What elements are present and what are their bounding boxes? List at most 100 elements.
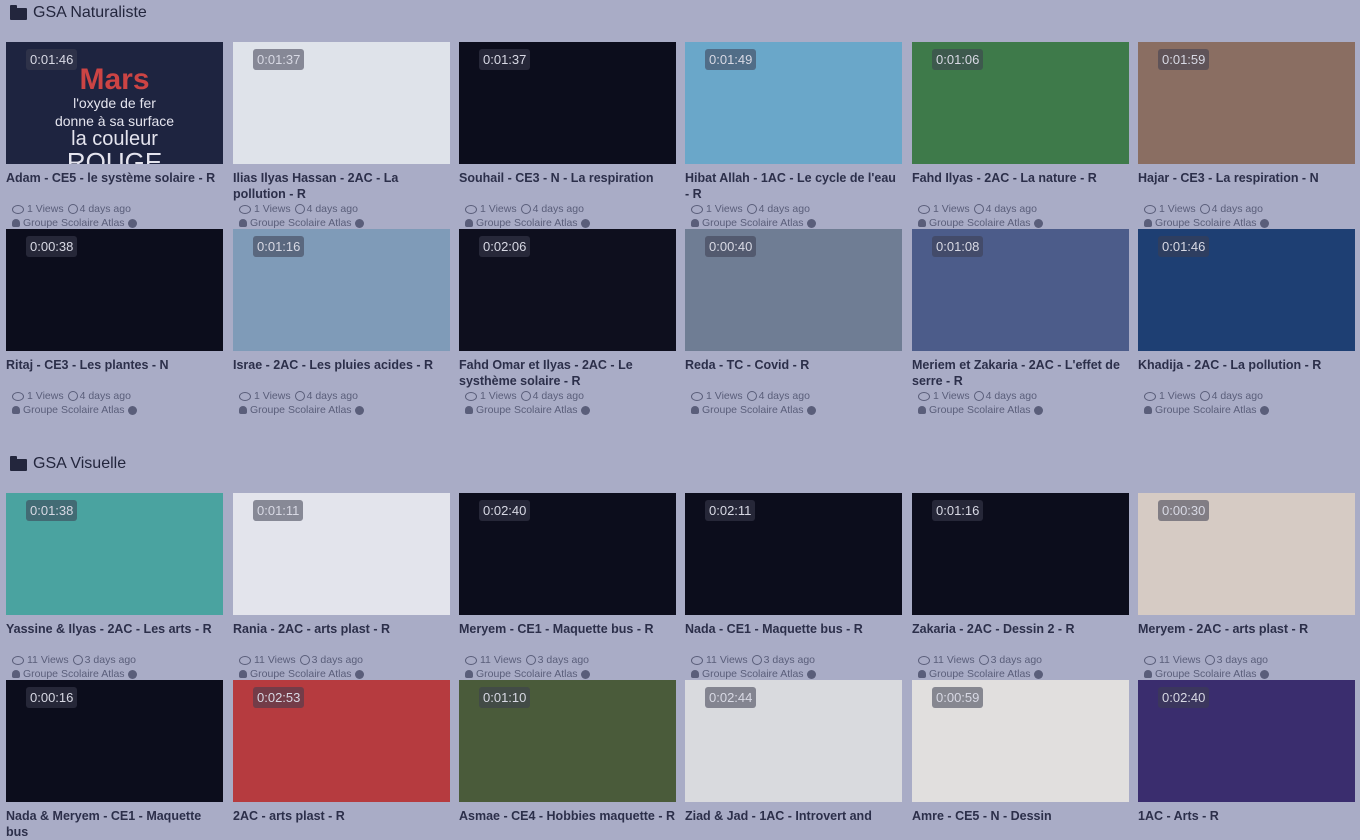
video-card[interactable]: 0:02:11 Nada - CE1 - Maquette bus - R 11 V… <box>685 493 902 681</box>
channel-name[interactable]: Groupe Scolaire Atlas <box>702 404 804 416</box>
video-title[interactable]: Khadija - 2AC - La pollution - R <box>1138 357 1355 389</box>
video-card[interactable]: 0:01:46 Mars l'oxyde de fer donne à sa surf… <box>6 42 223 230</box>
video-channel[interactable]: Groupe Scolaire Atlas <box>233 216 450 230</box>
channel-name[interactable]: Groupe Scolaire Atlas <box>929 217 1031 229</box>
video-thumbnail[interactable]: 0:01:37 <box>233 42 450 164</box>
video-thumbnail[interactable]: 0:02:53 <box>233 680 450 802</box>
video-thumbnail[interactable]: 0:01:59 <box>1138 42 1355 164</box>
video-title[interactable]: Ritaj - CE3 - Les plantes - N <box>6 357 223 389</box>
video-title[interactable]: 2AC - arts plast - R <box>233 808 450 840</box>
video-card[interactable]: 0:01:10 Asmae - CE4 - Hobbies maquette - … <box>459 680 676 840</box>
channel-name[interactable]: Groupe Scolaire Atlas <box>929 668 1031 680</box>
channel-name[interactable]: Groupe Scolaire Atlas <box>476 668 578 680</box>
video-card[interactable]: 0:01:06 Fahd Ilyas - 2AC - La nature - R1… <box>912 42 1129 230</box>
video-title[interactable]: Meriem et Zakaria - 2AC - L'effet de ser… <box>912 357 1129 389</box>
video-thumbnail[interactable]: 0:01:38 <box>6 493 223 615</box>
video-thumbnail[interactable]: 0:01:16 <box>912 493 1129 615</box>
video-card[interactable]: 0:00:38 Ritaj - CE3 - Les plantes - N1 Vi… <box>6 229 223 417</box>
video-thumbnail[interactable]: 0:02:40 <box>459 493 676 615</box>
channel-name[interactable]: Groupe Scolaire Atlas <box>23 404 125 416</box>
video-title[interactable]: Nada & Meryem - CE1 - Maquette bus <box>6 808 223 840</box>
video-thumbnail[interactable]: 0:01:49 <box>685 42 902 164</box>
video-thumbnail[interactable]: 0:01:08 <box>912 229 1129 351</box>
section-header[interactable]: GSA Visuelle <box>10 453 126 475</box>
video-thumbnail[interactable]: 0:02:40 <box>1138 680 1355 802</box>
video-channel[interactable]: Groupe Scolaire Atlas <box>1138 216 1355 230</box>
video-card[interactable]: 0:02:40 1AC - Arts - R <box>1138 680 1355 840</box>
video-channel[interactable]: Groupe Scolaire Atlas <box>233 403 450 417</box>
video-card[interactable]: 0:01:08 Meriem et Zakaria - 2AC - L'effet… <box>912 229 1129 417</box>
video-channel[interactable]: Groupe Scolaire Atlas <box>685 403 902 417</box>
video-channel[interactable]: Groupe Scolaire Atlas <box>1138 403 1355 417</box>
video-thumbnail[interactable]: 0:01:16 <box>233 229 450 351</box>
video-card[interactable]: 0:02:06 Fahd Omar et Ilyas - 2AC - Le sys… <box>459 229 676 417</box>
channel-name[interactable]: Groupe Scolaire Atlas <box>702 217 804 229</box>
video-title[interactable]: Souhail - CE3 - N - La respiration <box>459 170 676 202</box>
channel-name[interactable]: Groupe Scolaire Atlas <box>1155 217 1257 229</box>
video-title[interactable]: Ziad & Jad - 1AC - Introvert and <box>685 808 902 840</box>
video-card[interactable]: 0:02:44 Ziad & Jad - 1AC - Introvert and <box>685 680 902 840</box>
video-thumbnail[interactable]: 0:01:11 <box>233 493 450 615</box>
video-title[interactable]: Zakaria - 2AC - Dessin 2 - R <box>912 621 1129 653</box>
video-card[interactable]: 0:00:40 Reda - TC - Covid - R1 Views 4 day… <box>685 229 902 417</box>
video-channel[interactable]: Groupe Scolaire Atlas <box>233 667 450 681</box>
video-card[interactable]: 0:02:53 2AC - arts plast - R <box>233 680 450 840</box>
video-channel[interactable]: Groupe Scolaire Atlas <box>912 667 1129 681</box>
video-channel[interactable]: Groupe Scolaire Atlas <box>912 403 1129 417</box>
video-card[interactable]: 0:00:16 Nada & Meryem - CE1 - Maquette bu… <box>6 680 223 840</box>
video-card[interactable]: 0:01:49 Hibat Allah - 1AC - Le cycle de l… <box>685 42 902 230</box>
channel-name[interactable]: Groupe Scolaire Atlas <box>1155 404 1257 416</box>
video-thumbnail[interactable]: 0:00:30 <box>1138 493 1355 615</box>
video-thumbnail[interactable]: 0:01:10 <box>459 680 676 802</box>
channel-name[interactable]: Groupe Scolaire Atlas <box>250 217 352 229</box>
video-channel[interactable]: Groupe Scolaire Atlas <box>685 216 902 230</box>
video-title[interactable]: Yassine & Ilyas - 2AC - Les arts - R <box>6 621 223 653</box>
video-title[interactable]: Hibat Allah - 1AC - Le cycle de l'eau - … <box>685 170 902 202</box>
section-header[interactable]: GSA Naturaliste <box>10 2 147 24</box>
video-channel[interactable]: Groupe Scolaire Atlas <box>459 216 676 230</box>
video-card[interactable]: 0:01:37 Ilias Ilyas Hassan - 2AC - La pol… <box>233 42 450 230</box>
channel-name[interactable]: Groupe Scolaire Atlas <box>1155 668 1257 680</box>
video-thumbnail[interactable]: 0:00:16 <box>6 680 223 802</box>
video-title[interactable]: Israe - 2AC - Les pluies acides - R <box>233 357 450 389</box>
video-channel[interactable]: Groupe Scolaire Atlas <box>6 667 223 681</box>
channel-name[interactable]: Groupe Scolaire Atlas <box>476 404 578 416</box>
video-card[interactable]: 0:02:40 Meryem - CE1 - Maquette bus - R 11… <box>459 493 676 681</box>
video-title[interactable]: Amre - CE5 - N - Dessin <box>912 808 1129 840</box>
video-title[interactable]: Fahd Ilyas - 2AC - La nature - R <box>912 170 1129 202</box>
video-card[interactable]: 0:01:16 Israe - 2AC - Les pluies acides -… <box>233 229 450 417</box>
video-channel[interactable]: Groupe Scolaire Atlas <box>912 216 1129 230</box>
video-thumbnail[interactable]: 0:01:06 <box>912 42 1129 164</box>
video-card[interactable]: 0:01:46 Khadija - 2AC - La pollution - R1… <box>1138 229 1355 417</box>
video-title[interactable]: Nada - CE1 - Maquette bus - R <box>685 621 902 653</box>
video-thumbnail[interactable]: 0:00:59 <box>912 680 1129 802</box>
video-card[interactable]: 0:01:16 Zakaria - 2AC - Dessin 2 - R 11 Vi… <box>912 493 1129 681</box>
video-title[interactable]: 1AC - Arts - R <box>1138 808 1355 840</box>
video-card[interactable]: 0:01:38 Yassine & Ilyas - 2AC - Les arts … <box>6 493 223 681</box>
video-thumbnail[interactable]: 0:01:37 <box>459 42 676 164</box>
video-title[interactable]: Meryem - CE1 - Maquette bus - R <box>459 621 676 653</box>
video-title[interactable]: Meryem - 2AC - arts plast - R <box>1138 621 1355 653</box>
video-thumbnail[interactable]: 0:02:06 <box>459 229 676 351</box>
video-card[interactable]: 0:01:59 Hajar - CE3 - La respiration - N1… <box>1138 42 1355 230</box>
video-thumbnail[interactable]: 0:00:40 <box>685 229 902 351</box>
channel-name[interactable]: Groupe Scolaire Atlas <box>23 668 125 680</box>
video-title[interactable]: Reda - TC - Covid - R <box>685 357 902 389</box>
video-thumbnail[interactable]: 0:01:46 Mars l'oxyde de fer donne à sa surf… <box>6 42 223 164</box>
channel-name[interactable]: Groupe Scolaire Atlas <box>250 668 352 680</box>
video-thumbnail[interactable]: 0:00:38 <box>6 229 223 351</box>
video-title[interactable]: Rania - 2AC - arts plast - R <box>233 621 450 653</box>
channel-name[interactable]: Groupe Scolaire Atlas <box>23 217 125 229</box>
video-card[interactable]: 0:01:11 Rania - 2AC - arts plast - R 11 Vi… <box>233 493 450 681</box>
video-channel[interactable]: Groupe Scolaire Atlas <box>459 403 676 417</box>
video-channel[interactable]: Groupe Scolaire Atlas <box>685 667 902 681</box>
video-channel[interactable]: Groupe Scolaire Atlas <box>459 667 676 681</box>
video-title[interactable]: Adam - CE5 - le système solaire - R <box>6 170 223 202</box>
video-card[interactable]: 0:00:59 Amre - CE5 - N - Dessin <box>912 680 1129 840</box>
channel-name[interactable]: Groupe Scolaire Atlas <box>929 404 1031 416</box>
video-title[interactable]: Ilias Ilyas Hassan - 2AC - La pollution … <box>233 170 450 202</box>
video-channel[interactable]: Groupe Scolaire Atlas <box>6 403 223 417</box>
video-title[interactable]: Hajar - CE3 - La respiration - N <box>1138 170 1355 202</box>
video-title[interactable]: Fahd Omar et Ilyas - 2AC - Le systhème s… <box>459 357 676 389</box>
video-channel[interactable]: Groupe Scolaire Atlas <box>1138 667 1355 681</box>
